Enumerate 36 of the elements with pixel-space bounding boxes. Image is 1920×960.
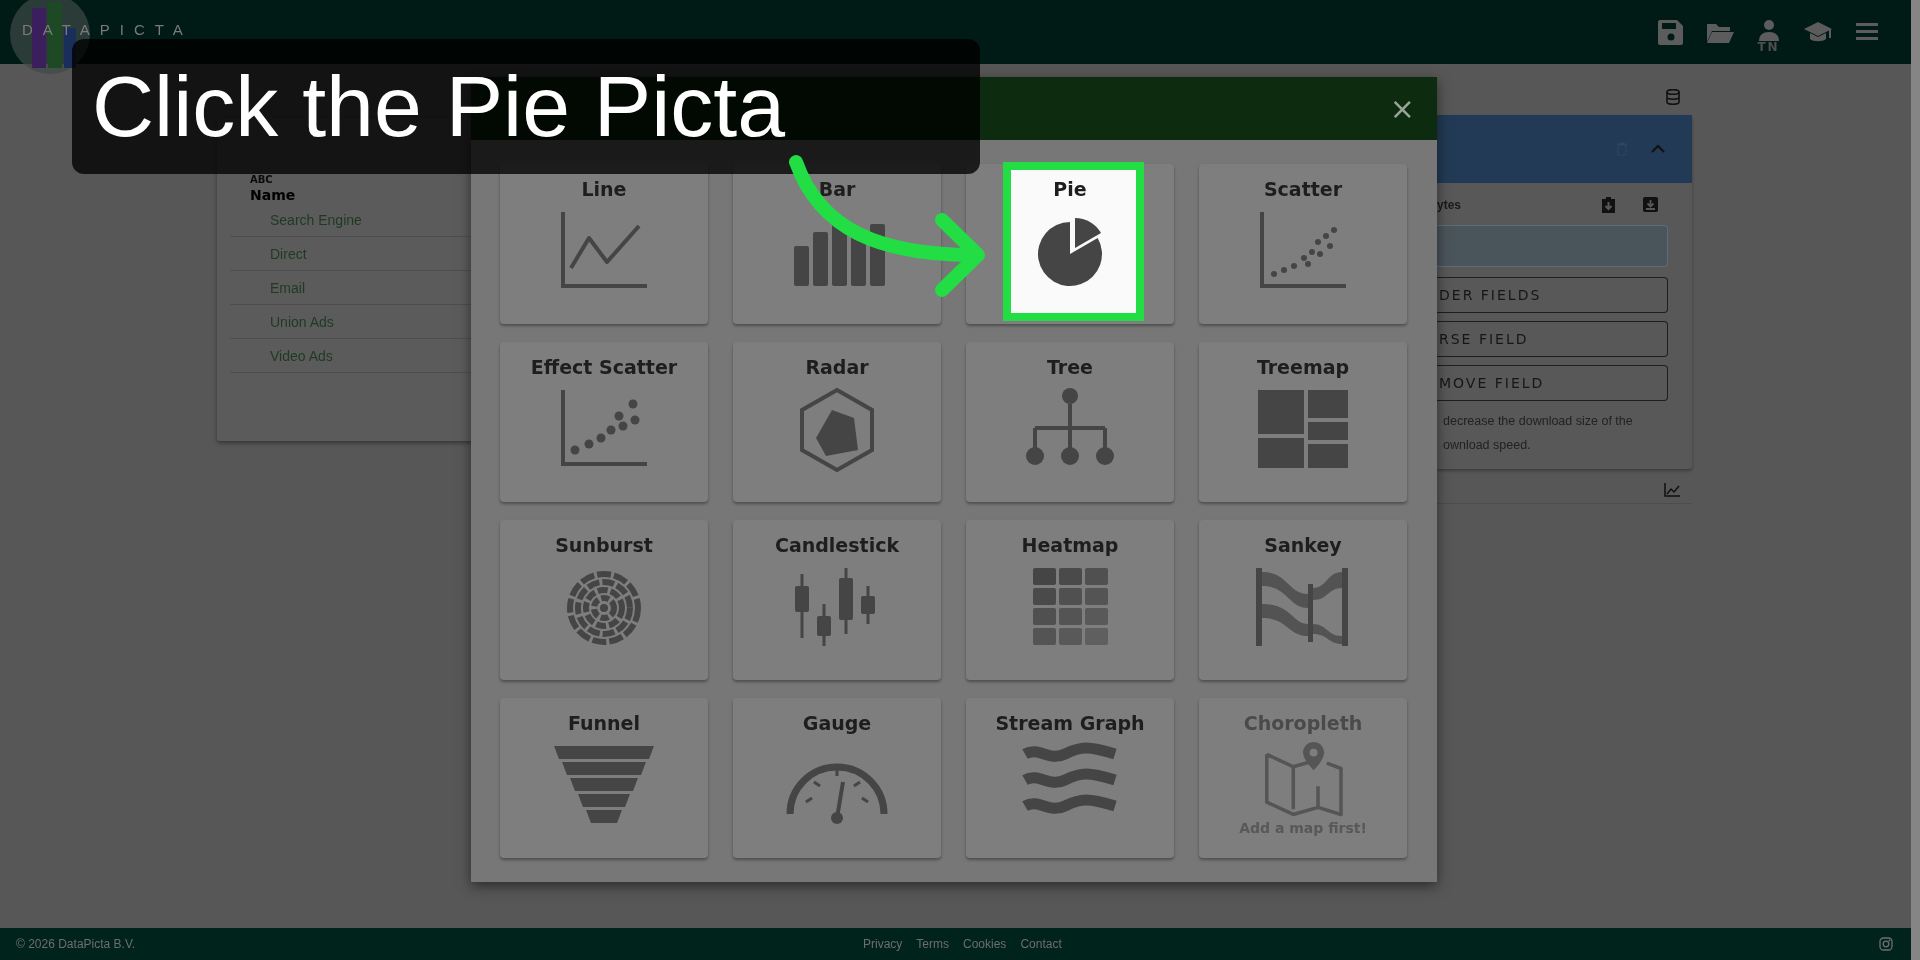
chart-type-card[interactable]: Treemap (1199, 342, 1407, 502)
user-icon[interactable] (1757, 19, 1780, 41)
footer-link[interactable]: Contact (1020, 937, 1062, 951)
footer-link[interactable]: Cookies (963, 937, 1007, 951)
chart-type-card[interactable]: Scatter (1199, 164, 1407, 324)
panel-button[interactable]: MOVE FIELD (1437, 365, 1668, 401)
chart-type-card[interactable]: Pie (966, 164, 1174, 324)
type-label: ABC (250, 174, 274, 185)
chart-type-card[interactable]: Sankey (1199, 520, 1407, 680)
field-label: ytes (1437, 198, 1462, 212)
chart-type-card[interactable]: Heatmap (966, 520, 1174, 680)
input-field[interactable] (1437, 225, 1668, 267)
user-initials: TN (1757, 41, 1780, 53)
line-chart-icon[interactable] (1664, 483, 1680, 497)
chart-type-card[interactable]: Stream Graph (966, 698, 1174, 858)
tutorial-caption: Click the Pie Picta (72, 39, 980, 174)
copyright-text: © 2026 DataPicta B.V. (16, 937, 136, 951)
chart-type-card[interactable]: Tree (966, 342, 1174, 502)
close-button[interactable]: × (1385, 93, 1419, 124)
save-icon[interactable] (1656, 17, 1685, 46)
chart-type-card[interactable]: Radar (733, 342, 941, 502)
panel-button[interactable]: RSE FIELD (1437, 321, 1668, 357)
chart-type-card[interactable]: Sunburst (500, 520, 708, 680)
panel-button[interactable]: DER FIELDS (1437, 277, 1668, 313)
download-icon[interactable] (1643, 197, 1658, 212)
scrollbar[interactable] (1911, 0, 1920, 960)
clipboard-download-icon[interactable] (1601, 197, 1616, 213)
footer-link[interactable]: Terms (916, 937, 949, 951)
chart-type-card[interactable]: Effect Scatter (500, 342, 708, 502)
chart-type-card[interactable]: Gauge (733, 698, 941, 858)
chart-type-card[interactable]: Funnel (500, 698, 708, 858)
chevron-up-icon[interactable] (1650, 144, 1666, 154)
chart-type-card[interactable]: Candlestick (733, 520, 941, 680)
footer-link[interactable]: Privacy (863, 937, 903, 951)
database-icon[interactable] (1666, 89, 1680, 105)
instagram-icon[interactable] (1879, 937, 1893, 951)
